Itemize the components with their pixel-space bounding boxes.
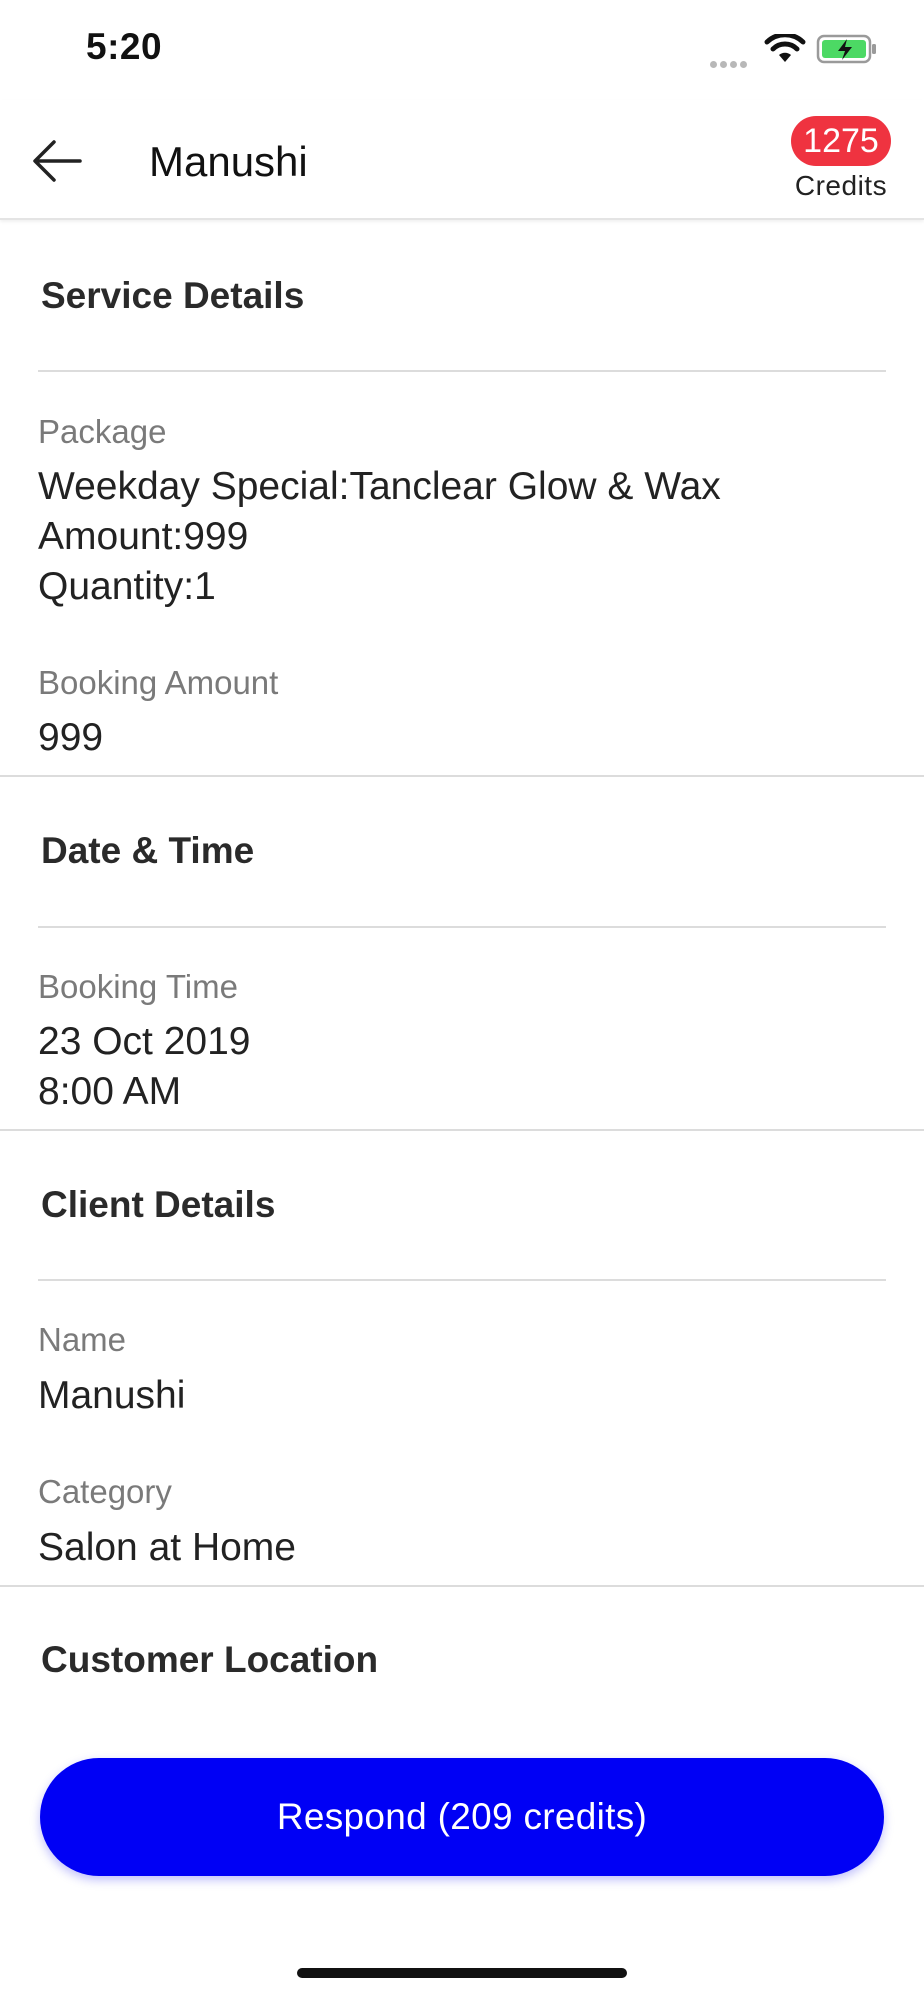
- client-name-label: Name: [38, 1321, 127, 1358]
- booking-time-label: Booking Time: [38, 968, 238, 1005]
- wifi-icon: [764, 34, 806, 62]
- service-details-heading: Service Details: [41, 275, 305, 316]
- battery-charging-icon: [816, 34, 876, 64]
- divider: [38, 370, 886, 372]
- customer-location-heading: Customer Location: [41, 1639, 379, 1680]
- back-arrow-icon[interactable]: [28, 136, 88, 186]
- credits-indicator[interactable]: 1275 Credits: [786, 116, 896, 202]
- divider: [38, 926, 886, 928]
- package-amount: Amount:999: [38, 515, 249, 558]
- client-details-heading: Client Details: [41, 1184, 276, 1225]
- date-time-heading: Date & Time: [41, 830, 255, 871]
- client-name-value: Manushi: [38, 1374, 186, 1417]
- page-title: Manushi: [149, 138, 308, 185]
- status-time: 5:20: [86, 26, 163, 67]
- booking-amount-label: Booking Amount: [38, 664, 279, 701]
- section-divider: [0, 1585, 924, 1587]
- signal-icon: [710, 55, 750, 73]
- section-divider: [0, 1129, 924, 1131]
- booking-date-value: 23 Oct 2019: [38, 1020, 251, 1063]
- category-label: Category: [38, 1473, 172, 1510]
- booking-amount-value: 999: [38, 716, 104, 759]
- app-bar: Manushi 1275 Credits: [0, 100, 924, 220]
- section-divider: [0, 775, 924, 777]
- divider: [38, 1279, 886, 1281]
- booking-time-value: 8:00 AM: [38, 1070, 182, 1113]
- credits-label: Credits: [794, 170, 888, 201]
- package-label: Package: [38, 413, 167, 450]
- status-bar: 5:20: [0, 0, 924, 100]
- respond-button[interactable]: Respond (209 credits): [40, 1758, 884, 1876]
- category-value: Salon at Home: [38, 1526, 296, 1569]
- credits-badge: 1275: [791, 116, 891, 166]
- package-quantity: Quantity:1: [38, 565, 216, 608]
- home-indicator[interactable]: [297, 1968, 627, 1978]
- package-name: Weekday Special:Tanclear Glow & Wax: [38, 465, 721, 508]
